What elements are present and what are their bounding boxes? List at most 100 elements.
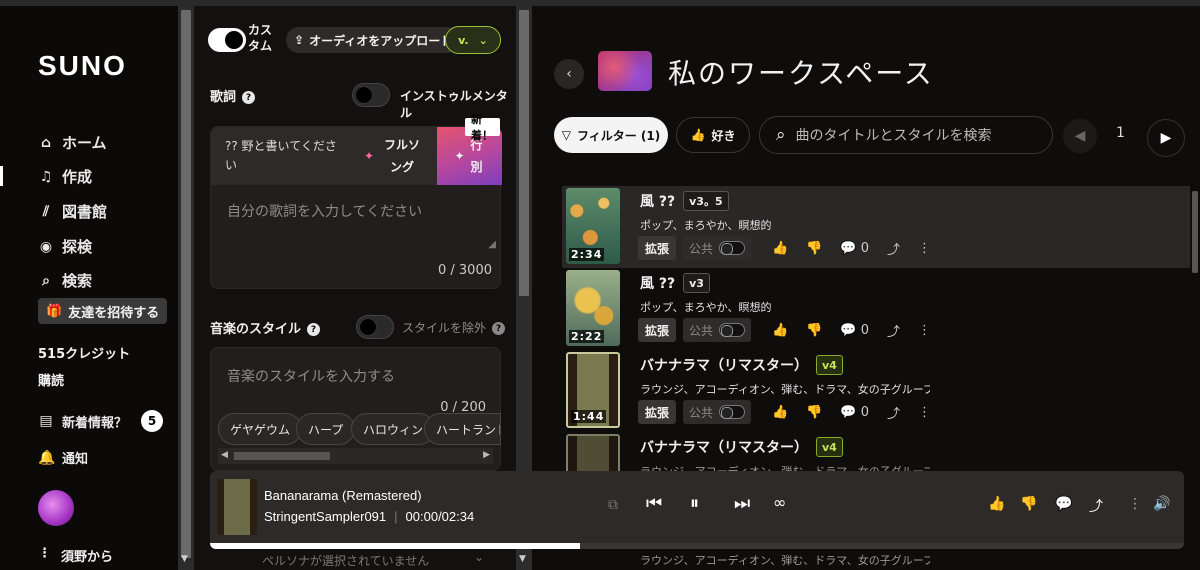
scroll-down-icon[interactable]: ▼ xyxy=(181,554,188,564)
sidebar-item-search[interactable]: ⌕ 検索 xyxy=(38,270,92,291)
crop-icon[interactable]: ⧉ xyxy=(608,497,618,513)
sidebar-item-library[interactable]: ⫽ 図書館 xyxy=(38,201,107,222)
sidebar-item-explore[interactable]: ◉ 探検 xyxy=(38,236,92,257)
scroll-down-icon[interactable]: ▼ xyxy=(519,554,526,564)
loop-icon[interactable]: ∞ xyxy=(773,493,786,512)
more-icon[interactable]: ⋮ xyxy=(918,405,931,420)
sidebar-item-home[interactable]: ⌂ ホーム xyxy=(38,132,107,153)
scroll-right-icon[interactable]: ▶ xyxy=(483,450,490,460)
song-title[interactable]: 風 ?? v3 xyxy=(640,273,710,293)
thumbs-down-icon[interactable]: 👎 xyxy=(1020,496,1037,512)
public-toggle[interactable]: 公共 xyxy=(683,318,752,342)
song-title[interactable]: 風 ?? v3。5 xyxy=(640,191,729,211)
comment-icon[interactable]: 💬 0 xyxy=(840,323,869,338)
exclude-style-toggle[interactable] xyxy=(356,315,394,339)
volume-icon[interactable]: 🔊 xyxy=(1153,496,1170,512)
chips-scrollbar[interactable]: ◀ ▶ xyxy=(218,448,493,464)
scroll-thumb[interactable] xyxy=(234,452,330,460)
suno-logo[interactable]: SUNO xyxy=(38,50,127,82)
toggle-switch[interactable] xyxy=(719,405,746,419)
workspace-scrollbar[interactable] xyxy=(1190,183,1200,483)
more-icon[interactable]: ⋮ xyxy=(918,323,931,338)
extend-button[interactable]: 拡張 xyxy=(638,400,677,424)
more-icon[interactable]: ⋮ xyxy=(1128,496,1142,512)
notifications-item[interactable]: 🔔 通知 xyxy=(38,448,88,468)
prev-page-button[interactable]: ◀ xyxy=(1063,119,1097,153)
invite-friends-button[interactable]: 🎁 友達を招待する xyxy=(38,298,168,324)
sidebar-scrollbar[interactable]: ▼ xyxy=(178,6,194,570)
extend-button[interactable]: 拡張 xyxy=(638,318,677,342)
next-icon[interactable]: ⏭ xyxy=(734,493,750,514)
scroll-thumb[interactable] xyxy=(181,10,191,558)
player-artist[interactable]: StringentSampler091 xyxy=(264,509,386,524)
public-toggle[interactable]: 公共 xyxy=(683,400,752,424)
toggle-switch[interactable] xyxy=(719,241,746,255)
song-row[interactable]: 2:34 風 ?? v3。5 ポップ、まろやか、瞑想的 拡張 公共 👍 👎 💬 … xyxy=(562,186,1190,268)
song-tags[interactable]: ラウンジ、アコーディオン、弾む、ドラマ、女の子グループ、サルサ xyxy=(640,381,930,397)
next-page-button[interactable]: ▶ xyxy=(1147,119,1185,157)
style-chip[interactable]: ハートランドI xyxy=(424,413,501,445)
full-song-button[interactable]: ✦ フルソング xyxy=(351,127,437,185)
comment-icon[interactable]: 💬 xyxy=(1055,496,1072,512)
thumbs-down-icon[interactable]: 👎 xyxy=(806,405,822,420)
style-input[interactable]: 音楽のスタイルを入力する xyxy=(227,366,395,386)
playback-progress[interactable] xyxy=(210,543,1184,549)
song-row[interactable]: 2:22 風 ?? v3 ポップ、まろやか、瞑想的 拡張 公共 👍 👎 💬 0 … xyxy=(562,268,1190,350)
song-title[interactable]: バナナラマ（リマスター） v4 xyxy=(640,355,843,375)
share-icon[interactable]: ⤴ xyxy=(1089,496,1103,516)
player-cover[interactable] xyxy=(217,479,257,535)
thumbs-up-icon[interactable]: 👍 xyxy=(772,323,788,338)
share-icon[interactable]: ⤴ xyxy=(887,239,900,258)
custom-toggle[interactable] xyxy=(208,28,246,52)
upload-audio-button[interactable]: ⇪ オーディオをアップロード xyxy=(286,27,461,53)
lyrics-prompt[interactable]: ?? 野と書いてください xyxy=(225,137,345,175)
song-row[interactable]: 1:44 バナナラマ（リマスター） v4 ラウンジ、アコーディオン、弾む、ドラマ… xyxy=(562,350,1190,432)
song-cover[interactable]: 1:44 xyxy=(566,352,620,428)
account-menu[interactable]: ⋮ 須野から xyxy=(38,546,113,565)
liked-filter-button[interactable]: 👍 好き xyxy=(676,117,750,153)
scroll-left-icon[interactable]: ◀ xyxy=(221,450,228,460)
comment-icon[interactable]: 💬 0 xyxy=(840,405,869,420)
help-icon[interactable]: ? xyxy=(307,323,321,336)
previous-icon[interactable]: ⏮ xyxy=(646,493,662,514)
persona-select[interactable]: ペルソナが選択されていません xyxy=(262,552,429,569)
whats-new-item[interactable]: ▤ 新着情報？ 5 xyxy=(38,410,164,432)
song-search-input[interactable]: ⌕ 曲のタイトルとスタイルを検索 xyxy=(759,116,1053,154)
resize-handle-icon[interactable]: ◢ xyxy=(488,239,496,250)
song-cover[interactable]: 2:22 xyxy=(566,270,620,346)
credits-count[interactable]: 515クレジット xyxy=(38,343,130,362)
help-icon[interactable]: ? xyxy=(242,91,256,104)
extend-button[interactable]: 拡張 xyxy=(638,236,677,260)
lyrics-input[interactable]: 自分の歌詞を入力してください xyxy=(227,201,422,221)
song-cover[interactable]: 2:34 xyxy=(566,188,620,264)
more-icon[interactable]: ⋮ xyxy=(918,241,931,256)
public-toggle[interactable]: 公共 xyxy=(683,236,752,260)
scroll-thumb[interactable] xyxy=(1192,191,1198,273)
song-title[interactable]: バナナラマ（リマスター） v4 xyxy=(640,437,843,457)
style-chip[interactable]: ハープ xyxy=(296,413,356,445)
style-chip[interactable]: ゲヤゲウム xyxy=(218,413,303,445)
thumbs-down-icon[interactable]: 👎 xyxy=(806,323,822,338)
comment-icon[interactable]: 💬 0 xyxy=(840,241,869,256)
pause-icon[interactable]: ⏸ xyxy=(690,493,699,514)
help-icon[interactable]: ? xyxy=(492,322,506,335)
toggle-switch[interactable] xyxy=(719,323,746,337)
filter-button[interactable]: ▽ フィルター (1) xyxy=(554,117,668,153)
thumbs-up-icon[interactable]: 👍 xyxy=(772,405,788,420)
thumbs-up-icon[interactable]: 👍 xyxy=(772,241,788,256)
back-button[interactable]: ‹ xyxy=(554,59,584,89)
song-tags[interactable]: ポップ、まろやか、瞑想的 xyxy=(640,217,930,233)
subscribe-link[interactable]: 購読 xyxy=(38,370,64,389)
instrumental-toggle[interactable] xyxy=(352,83,390,107)
player-song-title[interactable]: Bananarama (Remastered) xyxy=(264,488,422,503)
version-select[interactable]: v. ⌄ xyxy=(445,26,501,54)
avatar[interactable] xyxy=(38,490,74,526)
share-icon[interactable]: ⤴ xyxy=(887,403,900,422)
thumbs-down-icon[interactable]: 👎 xyxy=(806,241,822,256)
song-tags[interactable]: ポップ、まろやか、瞑想的 xyxy=(640,299,930,315)
scroll-thumb[interactable] xyxy=(519,10,529,296)
style-chip[interactable]: ハロウィン xyxy=(351,413,436,445)
sidebar-item-create[interactable]: ♫ 作成 xyxy=(38,166,92,187)
share-icon[interactable]: ⤴ xyxy=(887,321,900,340)
chevron-down-icon[interactable]: ⌄ xyxy=(474,550,484,564)
